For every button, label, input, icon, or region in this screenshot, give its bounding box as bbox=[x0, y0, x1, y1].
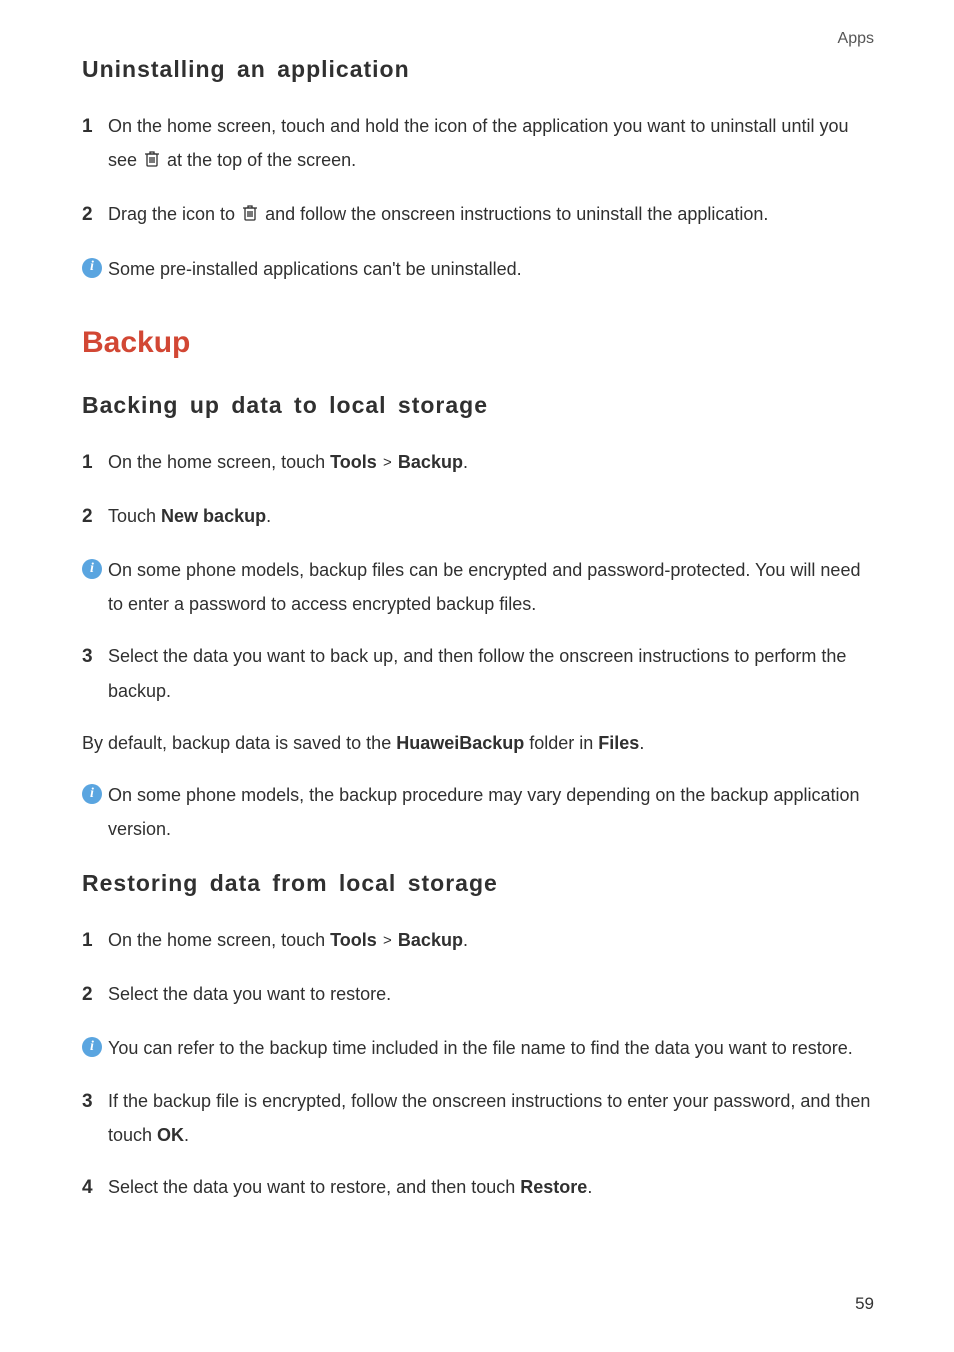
heading-backup: Backup bbox=[82, 326, 874, 360]
step-number: 3 bbox=[82, 639, 108, 675]
step-text: Select the data you want to restore, and… bbox=[108, 1170, 874, 1204]
section-header: Apps bbox=[82, 30, 874, 48]
step-number: 3 bbox=[82, 1084, 108, 1120]
step-number: 1 bbox=[82, 923, 108, 959]
text: . bbox=[463, 930, 468, 950]
bold-backup: Backup bbox=[398, 452, 463, 472]
step-text: On the home screen, touch Tools > Backup… bbox=[108, 445, 874, 479]
uninstall-note: i Some pre-installed applications can't … bbox=[82, 252, 874, 286]
backingup-note-1: i On some phone models, backup files can… bbox=[82, 553, 874, 621]
info-icon: i bbox=[82, 1037, 102, 1057]
step-number: 2 bbox=[82, 499, 108, 535]
restoring-step-1: 1 On the home screen, touch Tools > Back… bbox=[82, 923, 874, 959]
bold-tools: Tools bbox=[330, 452, 377, 472]
backingup-step-2: 2 Touch New backup. bbox=[82, 499, 874, 535]
step-text: Select the data you want to back up, and… bbox=[108, 639, 874, 707]
bold-new-backup: New backup bbox=[161, 506, 266, 526]
uninstall-step-1: 1 On the home screen, touch and hold the… bbox=[82, 109, 874, 179]
heading-backing-up: Backing up data to local storage bbox=[82, 392, 874, 419]
text: By default, backup data is saved to the bbox=[82, 733, 396, 753]
bold-restore: Restore bbox=[520, 1177, 587, 1197]
step-text: Touch New backup. bbox=[108, 499, 874, 533]
trash-icon bbox=[144, 145, 160, 179]
bold-backup: Backup bbox=[398, 930, 463, 950]
step-number: 1 bbox=[82, 109, 108, 145]
note-text: On some phone models, backup files can b… bbox=[108, 553, 874, 621]
text: . bbox=[184, 1125, 189, 1145]
restoring-step-2: 2 Select the data you want to restore. bbox=[82, 977, 874, 1013]
heading-uninstalling: Uninstalling an application bbox=[82, 56, 874, 83]
backingup-step-1: 1 On the home screen, touch Tools > Back… bbox=[82, 445, 874, 481]
restoring-step-3: 3 If the backup file is encrypted, follo… bbox=[82, 1084, 874, 1152]
uninstall-step-2: 2 Drag the icon to and follow the onscre… bbox=[82, 197, 874, 233]
step-text: On the home screen, touch Tools > Backup… bbox=[108, 923, 874, 957]
bold-tools: Tools bbox=[330, 930, 377, 950]
text: Select the data you want to restore, and… bbox=[108, 1177, 520, 1197]
note-text: On some phone models, the backup procedu… bbox=[108, 778, 874, 846]
text: Touch bbox=[108, 506, 161, 526]
info-icon: i bbox=[82, 559, 102, 579]
step-text: If the backup file is encrypted, follow … bbox=[108, 1084, 874, 1152]
trash-icon bbox=[242, 199, 258, 233]
text: Drag the icon to bbox=[108, 204, 240, 224]
text: . bbox=[639, 733, 644, 753]
heading-restoring: Restoring data from local storage bbox=[82, 870, 874, 897]
chevron-right-icon: > bbox=[379, 454, 396, 471]
text: If the backup file is encrypted, follow … bbox=[108, 1091, 870, 1145]
chevron-right-icon: > bbox=[379, 932, 396, 949]
text: On the home screen, touch bbox=[108, 930, 330, 950]
bold-ok: OK bbox=[157, 1125, 184, 1145]
info-icon: i bbox=[82, 784, 102, 804]
text: . bbox=[266, 506, 271, 526]
text: On the home screen, touch bbox=[108, 452, 330, 472]
step-text: Drag the icon to and follow the onscreen… bbox=[108, 197, 874, 233]
bold-huaweibackup: HuaweiBackup bbox=[396, 733, 524, 753]
backingup-note-2: i On some phone models, the backup proce… bbox=[82, 778, 874, 846]
text: . bbox=[463, 452, 468, 472]
text: folder in bbox=[524, 733, 598, 753]
step-number: 4 bbox=[82, 1170, 108, 1206]
text: and follow the onscreen instructions to … bbox=[265, 204, 768, 224]
step-text: On the home screen, touch and hold the i… bbox=[108, 109, 874, 179]
text: at the top of the screen. bbox=[167, 150, 356, 170]
step-number: 1 bbox=[82, 445, 108, 481]
note-text: You can refer to the backup time include… bbox=[108, 1031, 874, 1065]
bold-files: Files bbox=[598, 733, 639, 753]
backingup-default-path: By default, backup data is saved to the … bbox=[82, 726, 874, 760]
backingup-step-3: 3 Select the data you want to back up, a… bbox=[82, 639, 874, 707]
text: . bbox=[587, 1177, 592, 1197]
page-number: 59 bbox=[855, 1294, 874, 1314]
restoring-note: i You can refer to the backup time inclu… bbox=[82, 1031, 874, 1065]
restoring-step-4: 4 Select the data you want to restore, a… bbox=[82, 1170, 874, 1206]
step-number: 2 bbox=[82, 197, 108, 233]
step-text: Select the data you want to restore. bbox=[108, 977, 874, 1011]
note-text: Some pre-installed applications can't be… bbox=[108, 252, 874, 286]
step-number: 2 bbox=[82, 977, 108, 1013]
info-icon: i bbox=[82, 258, 102, 278]
